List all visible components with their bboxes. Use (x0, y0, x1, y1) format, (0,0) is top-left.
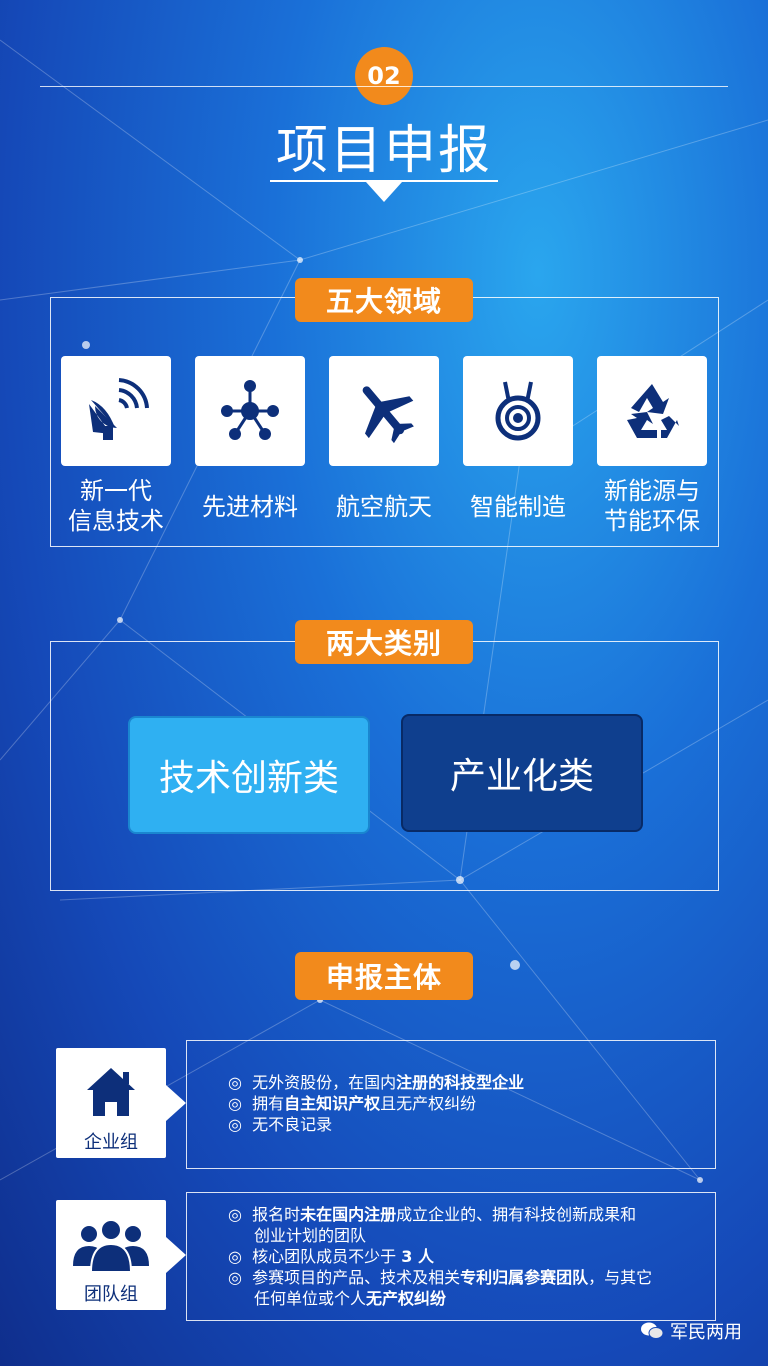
list-item: 任何单位或个人无产权纠纷 (254, 1289, 447, 1308)
watermark-text: 军民两用 (670, 1322, 742, 1343)
field-tile-aerospace (329, 356, 439, 466)
house-icon (87, 1068, 135, 1116)
recycle-icon (627, 384, 679, 438)
satellite-dish-icon (89, 378, 149, 440)
wechat-icon (641, 1322, 664, 1339)
category-industrialization: 产业化类 (401, 714, 643, 832)
field-label-energy: 新能源与 节能环保 (604, 477, 700, 535)
list-item: ◎ 无外资股份，在国内注册的科技型企业 (228, 1073, 525, 1092)
two-categories-badge: 两大类别 (295, 620, 473, 664)
robot-icon (495, 381, 541, 441)
list-item: ◎ 参赛项目的产品、技术及相关专利归属参赛团队，与其它 (228, 1268, 653, 1287)
list-item: ◎ 拥有自主知识产权且无产权纠纷 (228, 1094, 477, 1113)
enterprise-group-label: 企业组 (84, 1132, 138, 1153)
airplane-icon (362, 386, 414, 444)
title-pointer (366, 182, 402, 202)
watermark: 军民两用 (640, 1318, 742, 1344)
enterprise-pointer (166, 1085, 186, 1121)
enterprise-criteria-list: ◎ 无外资股份，在国内注册的科技型企业 ◎ 拥有自主知识产权且无产权纠纷 ◎ 无… (228, 1072, 698, 1135)
team-group-tile: 团队组 (56, 1200, 166, 1310)
list-item: ◎ 报名时未在国内注册成立企业的、拥有科技创新成果和 (228, 1205, 637, 1224)
field-label-aerospace: 航空航天 (336, 493, 432, 521)
field-tile-materials (195, 356, 305, 466)
field-tile-energy (597, 356, 707, 466)
page-title: 项目申报 (275, 121, 492, 181)
molecule-icon (221, 380, 279, 440)
list-item: 创业计划的团队 (254, 1226, 367, 1245)
list-item: ◎ 无不良记录 (228, 1115, 333, 1134)
section-number: 02 (355, 47, 413, 105)
field-label-manufacturing: 智能制造 (470, 493, 566, 521)
field-label-materials: 先进材料 (202, 493, 298, 521)
category-tech-innovation: 技术创新类 (128, 716, 370, 834)
team-pointer (166, 1237, 186, 1273)
team-people-icon (73, 1219, 149, 1272)
list-item: ◎ 核心团队成员不少于 3 人 (228, 1247, 434, 1266)
field-label-it: 新一代 信息技术 (68, 477, 164, 535)
field-tile-manufacturing (463, 356, 573, 466)
field-tile-it (61, 356, 171, 466)
five-fields-badge: 五大领域 (295, 278, 473, 322)
team-group-label: 团队组 (84, 1284, 138, 1305)
header-divider (40, 86, 728, 87)
team-criteria-list: ◎ 报名时未在国内注册成立企业的、拥有科技创新成果和 创业计划的团队 ◎ 核心团… (228, 1204, 708, 1309)
applicants-badge: 申报主体 (295, 952, 473, 1000)
enterprise-group-tile: 企业组 (56, 1048, 166, 1158)
